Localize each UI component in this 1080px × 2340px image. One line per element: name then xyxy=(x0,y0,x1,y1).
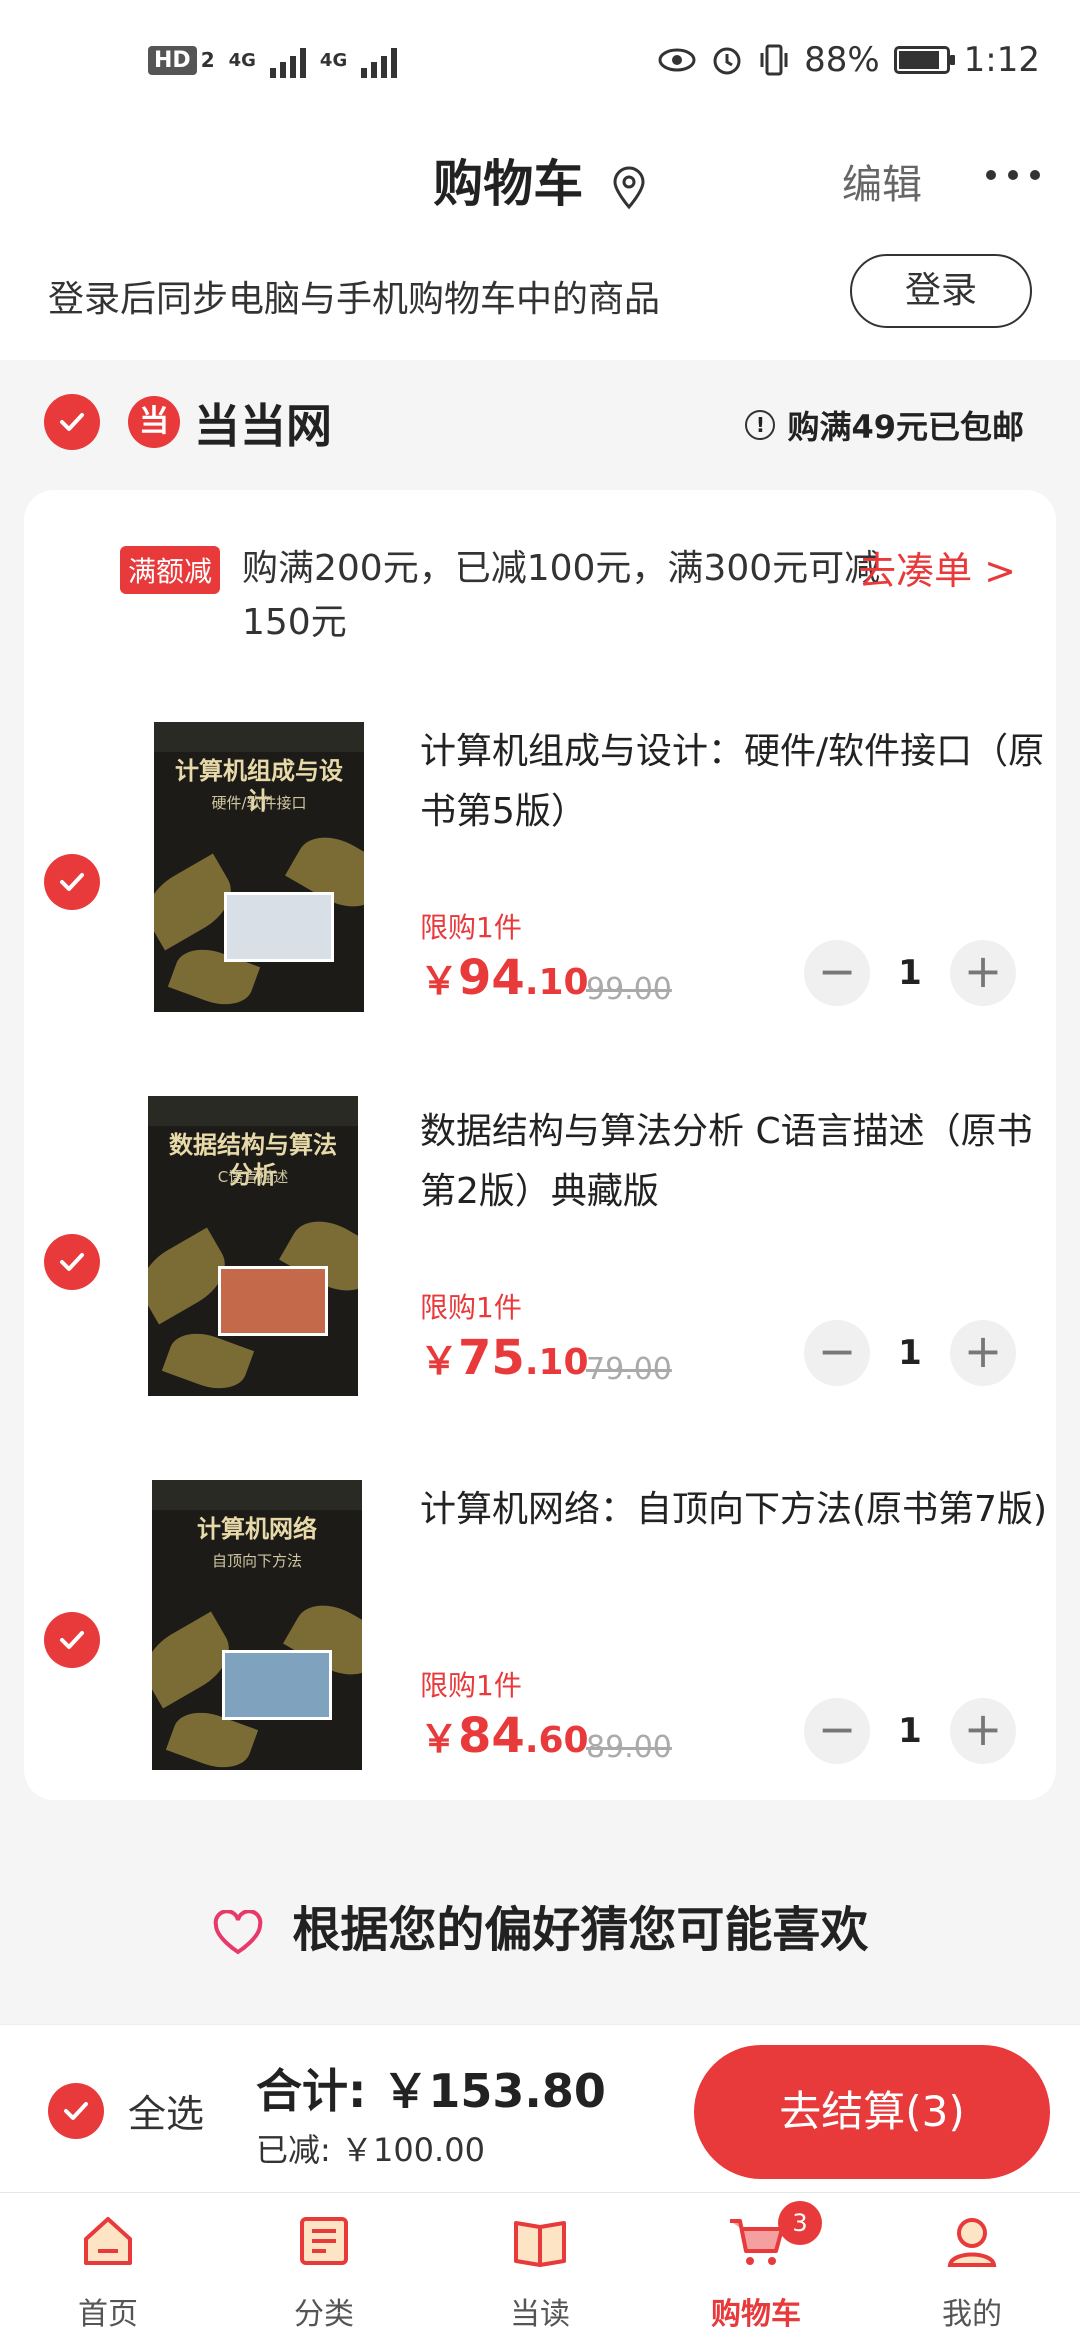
page-header: 购物车 编辑 xyxy=(0,130,1080,250)
recommend-heading: 根据您的偏好猜您可能喜欢 xyxy=(0,1890,1080,1960)
increase-button[interactable]: + xyxy=(950,940,1016,1006)
promo-tag: 满额减 xyxy=(120,546,221,594)
shop-name[interactable]: 当当网 xyxy=(194,390,332,456)
profile-icon xyxy=(947,2218,997,2267)
decrease-button[interactable]: − xyxy=(804,1320,870,1386)
increase-button[interactable]: + xyxy=(950,1698,1016,1764)
quantity-value[interactable]: 1 xyxy=(870,1333,950,1373)
alarm-icon xyxy=(713,47,741,75)
item-select-checkbox[interactable] xyxy=(44,1234,100,1290)
book-cover[interactable]: 计算机组成与设计 硬件/软件接口 xyxy=(154,722,364,1012)
cart-item: 计算机组成与设计 硬件/软件接口 计算机组成与设计：硬件/软件接口（原书第5版）… xyxy=(24,722,1056,1102)
shop-select-checkbox[interactable] xyxy=(44,394,100,450)
checkout-button[interactable]: 去结算(3) xyxy=(694,2045,1050,2179)
cart-item: 数据结构与算法分析 C语言描述 数据结构与算法分析 C语言描述（原书第2版）典藏… xyxy=(24,1096,1056,1482)
login-prompt: 登录后同步电脑与手机购物车中的商品 登录 xyxy=(0,250,1080,360)
purchase-limit: 限购1件 xyxy=(420,1669,522,1702)
battery-icon xyxy=(893,46,955,74)
original-price: 79.00 xyxy=(586,1352,672,1387)
battery-percent: 88% xyxy=(804,40,880,80)
purchase-limit: 限购1件 xyxy=(420,911,522,944)
heart-icon xyxy=(213,1910,262,1955)
network-indicators: HD 2 4G 4G xyxy=(148,42,398,78)
tab-reading[interactable]: 当读 xyxy=(432,2193,648,2340)
add-items-link[interactable]: 去凑单 > xyxy=(858,540,1016,595)
tab-home[interactable]: 首页 xyxy=(0,2193,216,2340)
signal-icon xyxy=(269,42,306,78)
cart-icon xyxy=(730,2219,784,2265)
item-title[interactable]: 数据结构与算法分析 C语言描述（原书第2版）典藏版 xyxy=(420,1102,1060,1222)
tab-category[interactable]: 分类 xyxy=(216,2193,432,2340)
cover-subtitle: 硬件/软件接口 xyxy=(211,794,307,812)
tab-label: 购物车 xyxy=(711,2297,801,2332)
signal-icon xyxy=(361,42,398,78)
cart-badge: 3 xyxy=(778,2201,822,2245)
quantity-value[interactable]: 1 xyxy=(870,1711,950,1751)
select-all-checkbox[interactable] xyxy=(48,2083,104,2139)
tab-cart[interactable]: 3 购物车 xyxy=(648,2193,864,2340)
info-icon: ! xyxy=(745,410,776,440)
quantity-stepper: − 1 + xyxy=(804,940,1016,1006)
quantity-stepper: − 1 + xyxy=(804,1320,1016,1386)
network1-label: 4G xyxy=(228,49,256,71)
increase-button[interactable]: + xyxy=(950,1320,1016,1386)
book-cover[interactable]: 计算机网络 自顶向下方法 xyxy=(152,1480,362,1770)
category-icon xyxy=(300,2217,348,2265)
item-title[interactable]: 计算机组成与设计：硬件/软件接口（原书第5版） xyxy=(420,722,1060,842)
shop-header: 当 当当网 ! 购满49元已包邮 xyxy=(0,380,1080,480)
login-message: 登录后同步电脑与手机购物车中的商品 xyxy=(48,279,661,320)
eye-icon xyxy=(658,48,696,72)
network2-label: 4G xyxy=(319,49,348,71)
item-price: ￥94.10 xyxy=(420,950,589,1006)
hd-badge: HD xyxy=(148,45,197,75)
system-indicators: 88% 1:12 xyxy=(658,40,1040,80)
shipping-note-text: 购满49元已包邮 xyxy=(787,408,1024,446)
select-all-label[interactable]: 全选 xyxy=(128,2083,204,2138)
original-price: 99.00 xyxy=(586,972,672,1007)
decrease-button[interactable]: − xyxy=(804,1698,870,1764)
item-title[interactable]: 计算机网络：自顶向下方法(原书第7版) xyxy=(420,1480,1060,1540)
edit-button[interactable]: 编辑 xyxy=(842,152,922,210)
vibrate-icon xyxy=(760,44,788,76)
book-icon xyxy=(514,2221,566,2267)
status-bar: HD 2 4G 4G 88% 1:12 xyxy=(0,0,1080,130)
clock: 1:12 xyxy=(963,40,1040,80)
tab-label: 我的 xyxy=(942,2297,1002,2332)
home-icon xyxy=(84,2217,132,2265)
shipping-note[interactable]: ! 购满49元已包邮 xyxy=(745,402,1024,448)
location-pin-icon[interactable] xyxy=(611,166,647,210)
book-cover[interactable]: 数据结构与算法分析 C语言描述 xyxy=(148,1096,358,1396)
purchase-limit: 限购1件 xyxy=(420,1291,522,1324)
login-button[interactable]: 登录 xyxy=(850,254,1032,328)
sim2-label: 2 xyxy=(200,48,215,72)
checkout-bar: 全选 合计: ￥153.80 已减: ￥100.00 去结算(3) xyxy=(0,2024,1080,2192)
item-price: ￥84.60 xyxy=(420,1708,589,1764)
tab-label: 首页 xyxy=(78,2297,138,2332)
decrease-button[interactable]: − xyxy=(804,940,870,1006)
recommend-title: 根据您的偏好猜您可能喜欢 xyxy=(292,1902,869,1958)
tab-label: 当读 xyxy=(510,2297,570,2332)
cart-card: 满额减 购满200元，已减100元，满300元可减150元 去凑单 > 计算机组… xyxy=(24,490,1056,1800)
item-price: ￥75.10 xyxy=(420,1330,589,1386)
page-title: 购物车 xyxy=(433,155,584,213)
promo-text: 购满200元，已减100元，满300元可减150元 xyxy=(242,548,881,643)
item-select-checkbox[interactable] xyxy=(44,1612,100,1668)
original-price: 89.00 xyxy=(586,1730,672,1765)
total-amount: 合计: ￥153.80 xyxy=(256,2064,606,2118)
reduced-amount: 已减: ￥100.00 xyxy=(256,2131,485,2169)
cover-subtitle: 自顶向下方法 xyxy=(211,1552,302,1570)
shop-logo: 当 xyxy=(128,396,180,448)
quantity-stepper: − 1 + xyxy=(804,1698,1016,1764)
more-menu-icon[interactable] xyxy=(986,170,1040,180)
tab-profile[interactable]: 我的 xyxy=(864,2193,1080,2340)
item-select-checkbox[interactable] xyxy=(44,854,100,910)
cover-subtitle: C语言描述 xyxy=(217,1168,289,1186)
cart-item: 计算机网络 自顶向下方法 计算机网络：自顶向下方法(原书第7版) 限购1件 ￥8… xyxy=(24,1480,1056,1860)
tab-label: 分类 xyxy=(294,2297,354,2332)
quantity-value[interactable]: 1 xyxy=(870,953,950,993)
cover-title: 计算机网络 xyxy=(197,1515,317,1543)
bottom-tab-bar: 首页 分类 当读 3 购物车 我的 xyxy=(0,2192,1080,2340)
